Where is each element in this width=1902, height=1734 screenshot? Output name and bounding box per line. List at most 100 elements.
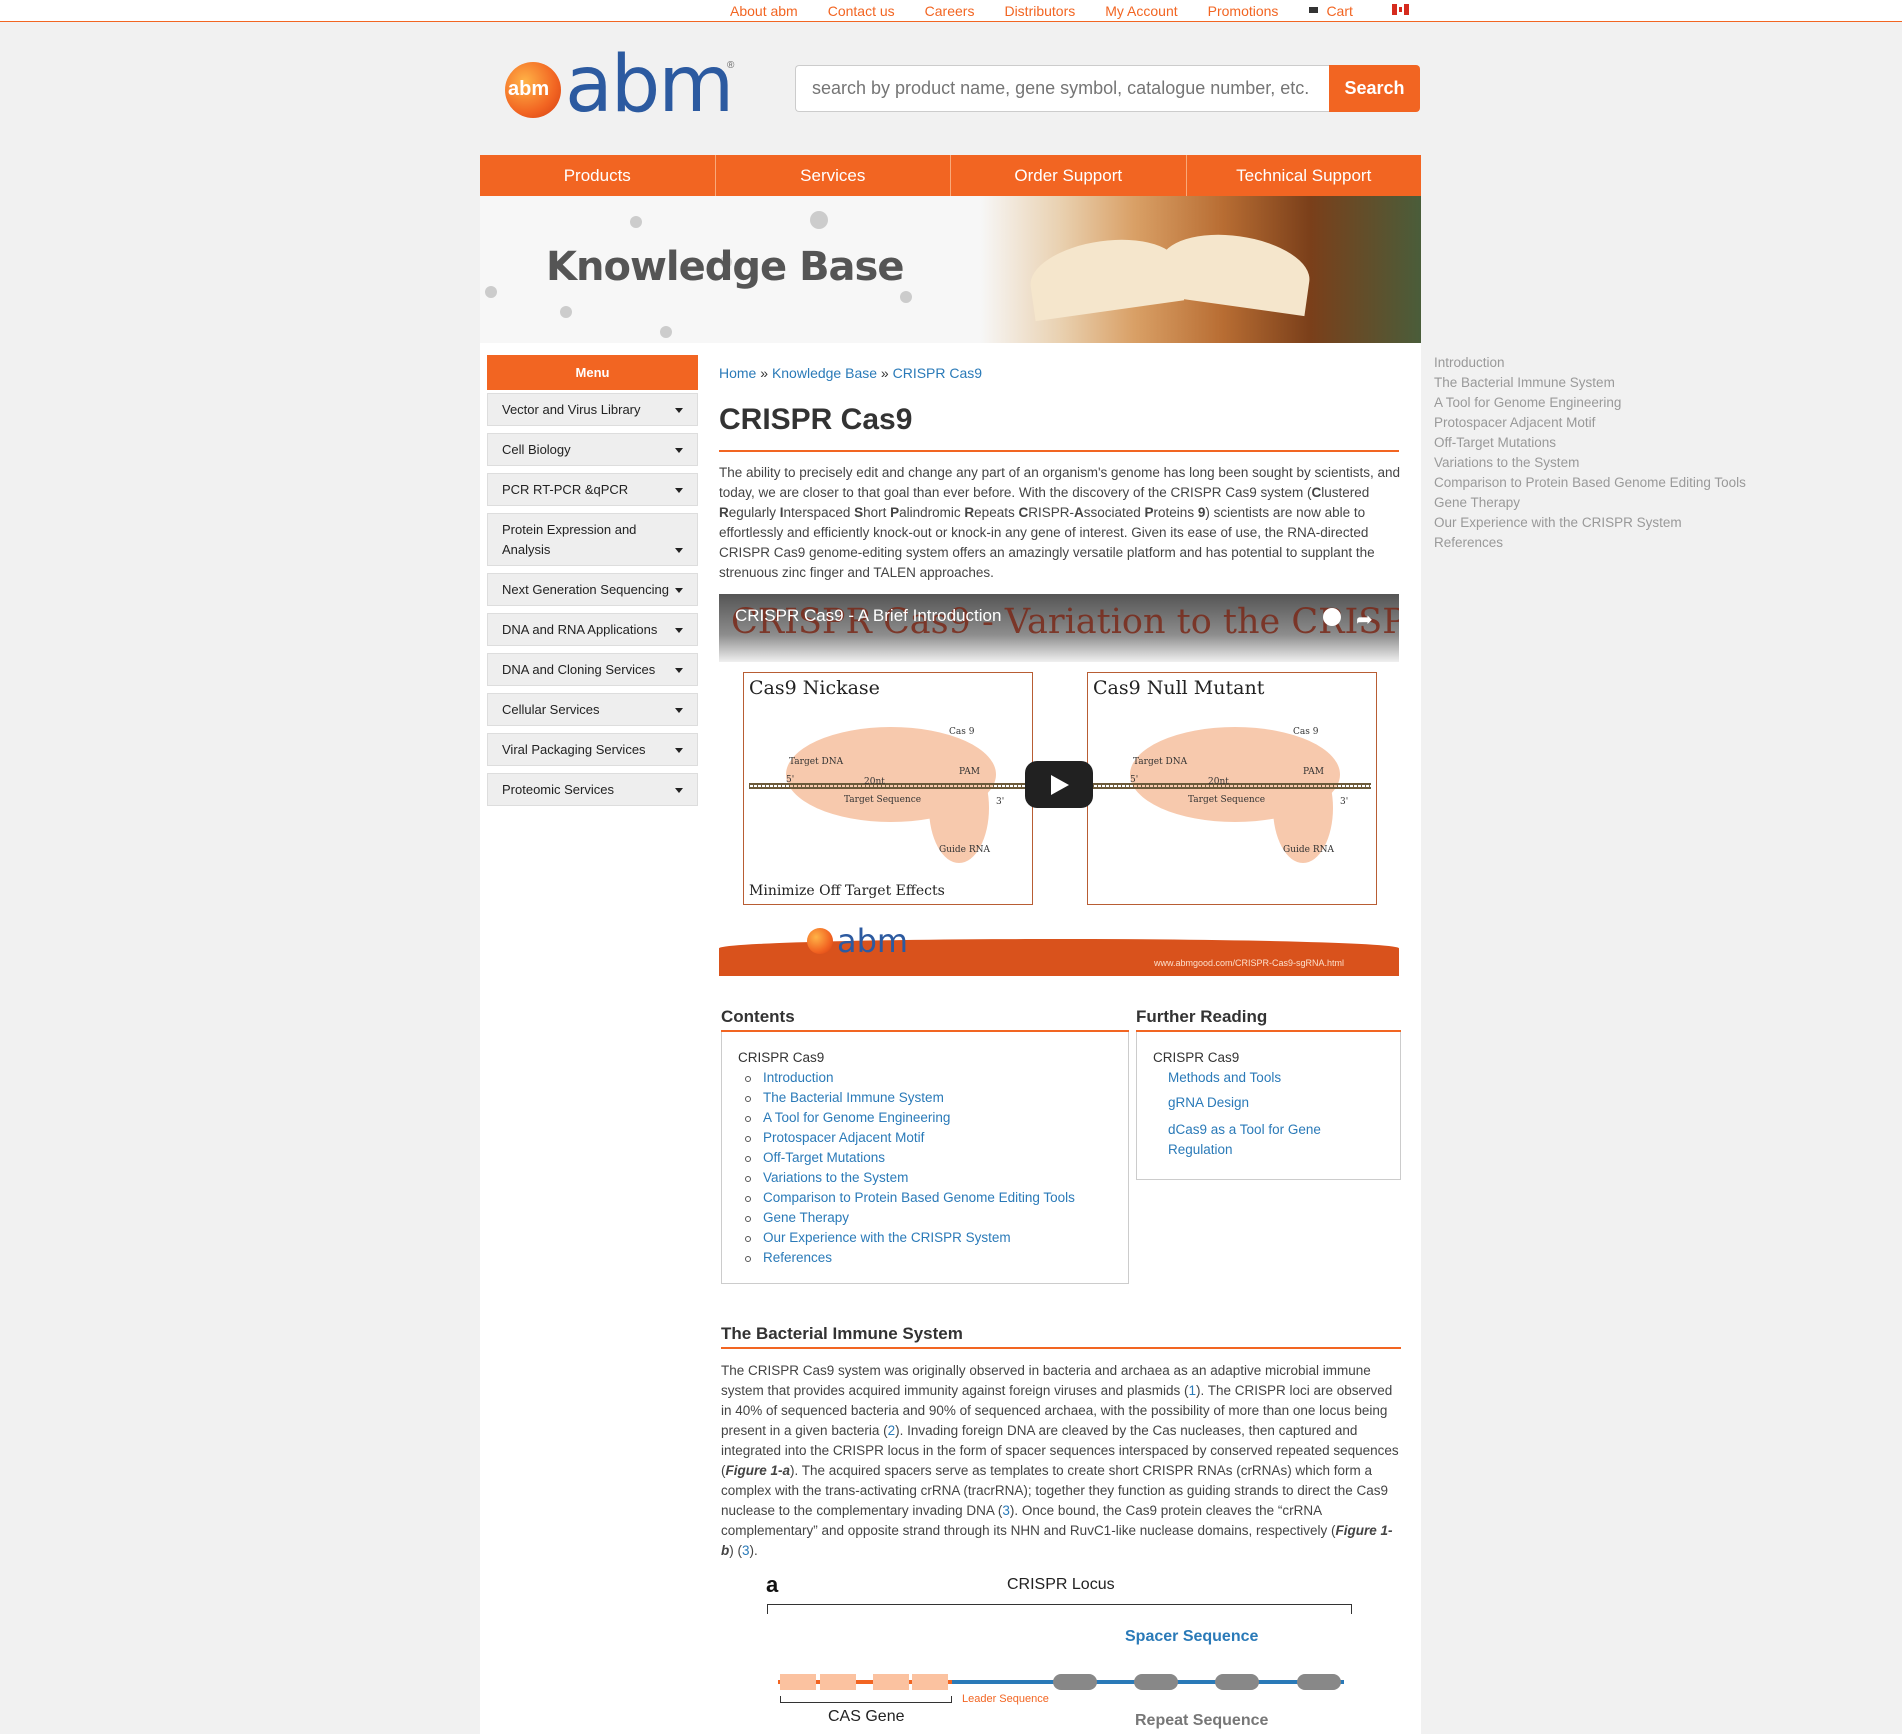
nav-products[interactable]: Products <box>480 155 716 196</box>
contents-link[interactable]: Variations to the System <box>763 1170 908 1185</box>
sidebar-item-pcr[interactable]: PCR RT-PCR &qPCR <box>487 473 698 506</box>
contact-link[interactable]: Contact us <box>828 3 895 19</box>
contents-heading: Contents <box>721 1007 795 1026</box>
reference-link[interactable]: 1 <box>1188 1383 1196 1398</box>
cas-gene-block <box>780 1674 816 1690</box>
watch-later-icon[interactable] <box>1323 608 1341 626</box>
share-icon[interactable]: ➦ <box>1356 607 1373 632</box>
sidebar-item-dna-rna-applications[interactable]: DNA and RNA Applications <box>487 613 698 646</box>
sidebar-item-cell-biology[interactable]: Cell Biology <box>487 433 698 466</box>
cas-gene-block <box>873 1674 909 1690</box>
distributors-link[interactable]: Distributors <box>1004 3 1075 19</box>
acronym-letter: I <box>779 505 784 520</box>
video-logo: abm <box>837 922 909 960</box>
sidebar-menu-heading: Menu <box>487 355 698 390</box>
contents-link[interactable]: Off-Target Mutations <box>763 1150 885 1165</box>
main-nav: Products Services Order Support Technica… <box>480 155 1421 196</box>
floating-toc-link[interactable]: Off-Target Mutations <box>1434 435 1556 450</box>
sidebar-item-protein-expression[interactable]: Protein Expression and Analysis <box>487 513 698 566</box>
figure-panel-label: a <box>766 1572 779 1597</box>
further-link-methods[interactable]: Methods and Tools <box>1168 1070 1281 1085</box>
floating-toc-link[interactable]: Protospacer Adjacent Motif <box>1434 415 1595 430</box>
bullet-icon <box>745 1156 751 1162</box>
acronym-letter: R <box>719 505 729 520</box>
contents-link[interactable]: Gene Therapy <box>763 1210 849 1225</box>
contents-link[interactable]: Our Experience with the CRISPR System <box>763 1230 1011 1245</box>
floating-toc-link[interactable]: Introduction <box>1434 355 1505 370</box>
floating-toc-link[interactable]: The Bacterial Immune System <box>1434 375 1615 390</box>
search-button[interactable]: Search <box>1329 65 1420 112</box>
about-link[interactable]: About abm <box>730 3 798 19</box>
books-image <box>980 196 1421 343</box>
acronym-letter: A <box>1073 505 1084 520</box>
play-button-icon[interactable] <box>1025 761 1093 808</box>
cas-gene-block <box>912 1674 948 1690</box>
bullet-icon <box>745 1116 751 1122</box>
my-account-link[interactable]: My Account <box>1105 3 1177 19</box>
video-player[interactable]: CRISPR Cas9 - Variation to the CRISPR Sy… <box>719 594 1399 976</box>
floating-toc-link[interactable]: Comparison to Protein Based Genome Editi… <box>1434 475 1746 490</box>
further-link-dcas9[interactable]: dCas9 as a Tool for Gene Regulation <box>1168 1120 1358 1160</box>
promotions-link[interactable]: Promotions <box>1208 3 1279 19</box>
bullet-icon <box>745 1216 751 1222</box>
sidebar-item-proteomic-services[interactable]: Proteomic Services <box>487 773 698 806</box>
caret-down-icon <box>675 447 683 453</box>
nav-order-support[interactable]: Order Support <box>951 155 1187 196</box>
breadcrumb-home[interactable]: Home <box>719 365 756 381</box>
abm-logo[interactable]: abm abm ® <box>505 40 735 130</box>
acronym-letter: S <box>854 505 864 520</box>
floating-toc-link[interactable]: Gene Therapy <box>1434 495 1520 510</box>
sidebar-item-cellular-services[interactable]: Cellular Services <box>487 693 698 726</box>
breadcrumb-current[interactable]: CRISPR Cas9 <box>893 365 982 381</box>
acronym-letter: P <box>1144 505 1154 520</box>
sidebar-item-vector-virus-library[interactable]: Vector and Virus Library <box>487 393 698 426</box>
cart-link[interactable]: Cart <box>1308 3 1353 19</box>
further-link-grna-design[interactable]: gRNA Design <box>1168 1095 1249 1110</box>
acronym-letter: C <box>1311 485 1322 500</box>
title-divider <box>719 450 1399 452</box>
caret-down-icon <box>675 627 683 633</box>
floating-toc-link[interactable]: Our Experience with the CRISPR System <box>1434 515 1682 530</box>
video-title[interactable]: CRISPR Cas9 - A Brief Introduction <box>735 606 1001 626</box>
floating-toc-link[interactable]: A Tool for Genome Engineering <box>1434 395 1621 410</box>
contents-link[interactable]: Comparison to Protein Based Genome Editi… <box>763 1190 1075 1205</box>
careers-link[interactable]: Careers <box>925 3 975 19</box>
cas9-nickase-panel: Cas9 Nickase Cas 9 Target DNA PAM 20nt T… <box>743 672 1033 905</box>
contents-link[interactable]: The Bacterial Immune System <box>763 1090 944 1105</box>
canada-flag-icon[interactable] <box>1392 4 1409 15</box>
nav-technical-support[interactable]: Technical Support <box>1187 155 1422 196</box>
search-input[interactable] <box>795 65 1329 112</box>
contents-link[interactable]: Introduction <box>763 1070 834 1085</box>
reference-link[interactable]: 3 <box>1002 1503 1010 1518</box>
breadcrumb: Home » Knowledge Base » CRISPR Cas9 <box>719 365 982 381</box>
breadcrumb-sep: » <box>760 365 769 381</box>
figure-ref: Figure 1-b <box>721 1523 1393 1558</box>
intro-paragraph: The ability to precisely edit and change… <box>719 465 1400 580</box>
breadcrumb-sep: » <box>880 365 889 381</box>
panel-title: Cas9 Nickase <box>749 677 880 699</box>
reference-link[interactable]: 2 <box>888 1423 896 1438</box>
contents-link[interactable]: A Tool for Genome Engineering <box>763 1110 950 1125</box>
section-heading: The Bacterial Immune System <box>721 1324 963 1343</box>
figure-ref: Figure 1-a <box>725 1463 791 1478</box>
acronym-letter: P <box>890 505 900 520</box>
reference-link[interactable]: 3 <box>742 1543 750 1558</box>
logo-ball-text: abm <box>508 78 550 100</box>
sidebar-item-ngs[interactable]: Next Generation Sequencing <box>487 573 698 606</box>
breadcrumb-knowledge-base[interactable]: Knowledge Base <box>772 365 877 381</box>
logo-wordmark: abm <box>565 40 734 130</box>
contents-link[interactable]: Protospacer Adjacent Motif <box>763 1130 924 1145</box>
sidebar-item-dna-cloning-services[interactable]: DNA and Cloning Services <box>487 653 698 686</box>
bullet-icon <box>745 1076 751 1082</box>
nav-services[interactable]: Services <box>716 155 951 196</box>
contents-link[interactable]: References <box>763 1250 832 1265</box>
top-links: About abm Contact us Careers Distributor… <box>730 3 1383 19</box>
cas9-null-mutant-panel: Cas9 Null Mutant Cas 9 Target DNA PAM 20… <box>1087 672 1377 905</box>
floating-toc-link[interactable]: References <box>1434 535 1503 550</box>
search-bar: Search <box>795 65 1420 112</box>
caret-down-icon <box>675 667 683 673</box>
acronym-letter: C <box>1018 505 1029 520</box>
floating-toc-link[interactable]: Variations to the System <box>1434 455 1579 470</box>
sidebar-item-viral-packaging[interactable]: Viral Packaging Services <box>487 733 698 766</box>
section-paragraph: The CRISPR Cas9 system was originally ob… <box>721 1363 1399 1558</box>
